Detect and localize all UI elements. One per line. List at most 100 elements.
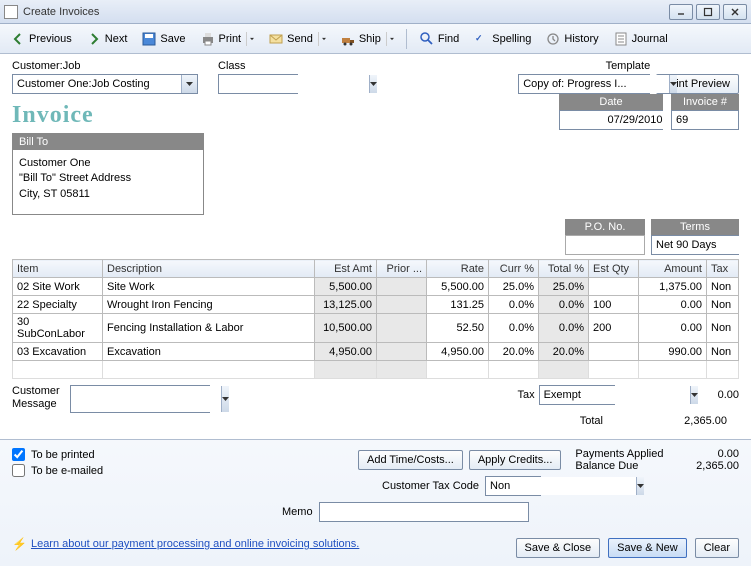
customer-message-combo[interactable]	[70, 385, 210, 413]
find-button[interactable]: Find	[413, 27, 465, 51]
table-row[interactable]: 02 Site WorkSite Work5,500.005,500.0025.…	[13, 278, 739, 296]
print-dropdown[interactable]	[246, 32, 254, 46]
print-icon	[200, 31, 216, 47]
save-icon	[141, 31, 157, 47]
class-combo[interactable]	[218, 74, 298, 94]
bill-to-line3: City, ST 05811	[19, 187, 197, 202]
maximize-button[interactable]	[696, 4, 720, 20]
spelling-button[interactable]: ✓ Spelling	[467, 27, 537, 51]
find-label: Find	[438, 33, 459, 45]
save-new-button[interactable]: Save & New	[608, 538, 687, 558]
to-be-emailed-input[interactable]	[12, 464, 25, 477]
payments-applied-label: Payments Applied	[575, 448, 663, 460]
customer-job-input[interactable]	[13, 75, 181, 93]
ship-label: Ship	[359, 33, 381, 45]
print-button[interactable]: Print	[194, 27, 261, 51]
spelling-label: Spelling	[492, 33, 531, 45]
terms-combo[interactable]	[651, 235, 739, 255]
save-label: Save	[160, 33, 185, 45]
col-description[interactable]: Description	[103, 260, 315, 278]
total-label: Total	[580, 415, 603, 427]
close-button[interactable]	[723, 4, 747, 20]
send-button[interactable]: Send	[262, 27, 332, 51]
col-curr[interactable]: Curr %	[489, 260, 539, 278]
col-est-qty[interactable]: Est Qty	[589, 260, 639, 278]
customer-message-input[interactable]	[71, 386, 221, 412]
save-button[interactable]: Save	[135, 27, 191, 51]
template-input[interactable]	[519, 75, 669, 93]
col-prior[interactable]: Prior ...	[377, 260, 427, 278]
col-total-pct[interactable]: Total %	[539, 260, 589, 278]
history-button[interactable]: History	[539, 27, 604, 51]
to-be-printed-check[interactable]: To be printed	[12, 448, 212, 461]
ship-button[interactable]: Ship	[334, 27, 400, 51]
po-no-input[interactable]	[565, 235, 645, 255]
arrow-left-icon	[10, 31, 26, 47]
line-items-grid[interactable]: Item Description Est Amt Prior ... Rate …	[12, 259, 739, 379]
to-be-emailed-label: To be e-mailed	[31, 465, 103, 477]
chevron-down-icon[interactable]	[669, 75, 677, 93]
history-icon	[545, 31, 561, 47]
toolbar-separator	[406, 29, 407, 49]
customer-tax-code-input[interactable]	[486, 477, 636, 495]
col-rate[interactable]: Rate	[427, 260, 489, 278]
balance-due-value: 2,365.00	[696, 460, 739, 472]
customer-tax-code-label: Customer Tax Code	[382, 480, 479, 492]
col-amount[interactable]: Amount	[639, 260, 707, 278]
chevron-down-icon[interactable]	[636, 477, 644, 495]
to-be-emailed-check[interactable]: To be e-mailed	[12, 464, 212, 477]
table-row[interactable]: 03 ExcavationExcavation4,950.004,950.002…	[13, 343, 739, 361]
ship-dropdown[interactable]	[386, 32, 394, 46]
chevron-down-icon[interactable]	[181, 75, 197, 93]
date-field[interactable]	[559, 110, 663, 130]
chevron-down-icon[interactable]	[369, 75, 377, 93]
save-close-button[interactable]: Save & Close	[516, 538, 601, 558]
tax-item-input[interactable]	[540, 386, 690, 404]
customer-tax-code-combo[interactable]	[485, 476, 541, 496]
col-item[interactable]: Item	[13, 260, 103, 278]
apply-credits-button[interactable]: Apply Credits...	[469, 450, 562, 470]
template-combo[interactable]	[518, 74, 650, 94]
col-est-amt[interactable]: Est Amt	[315, 260, 377, 278]
lightning-icon: ⚡	[12, 537, 27, 551]
spelling-icon: ✓	[473, 31, 489, 47]
invoice-num-input[interactable]	[671, 110, 739, 130]
bill-to-line1: Customer One	[19, 156, 197, 171]
class-input[interactable]	[219, 75, 369, 93]
clear-button[interactable]: Clear	[695, 538, 739, 558]
next-label: Next	[105, 33, 128, 45]
chevron-down-icon[interactable]	[690, 386, 698, 404]
journal-label: Journal	[632, 33, 668, 45]
invoice-title: Invoice	[12, 102, 204, 129]
learn-link[interactable]: Learn about our payment processing and o…	[31, 538, 359, 550]
history-label: History	[564, 33, 598, 45]
journal-button[interactable]: Journal	[607, 27, 674, 51]
minimize-button[interactable]	[669, 4, 693, 20]
total-value: 2,365.00	[643, 415, 727, 427]
template-label: Template	[518, 60, 650, 72]
customer-message-label: Customer Message	[12, 385, 66, 411]
terms-header: Terms	[651, 219, 739, 235]
customer-job-combo[interactable]	[12, 74, 198, 94]
add-time-costs-button[interactable]: Add Time/Costs...	[358, 450, 463, 470]
date-header: Date	[559, 94, 663, 110]
customer-job-label: Customer:Job	[12, 60, 218, 72]
memo-input[interactable]	[319, 502, 529, 522]
window-icon	[4, 5, 18, 19]
table-row[interactable]: 30 SubConLaborFencing Installation & Lab…	[13, 314, 739, 343]
bill-to-header: Bill To	[13, 134, 203, 150]
send-dropdown[interactable]	[318, 32, 326, 46]
to-be-printed-input[interactable]	[12, 448, 25, 461]
col-tax[interactable]: Tax	[707, 260, 739, 278]
table-row-blank[interactable]	[13, 361, 739, 379]
previous-button[interactable]: Previous	[4, 27, 78, 51]
chevron-down-icon[interactable]	[221, 386, 229, 412]
memo-label: Memo	[282, 506, 313, 518]
envelope-icon	[268, 31, 284, 47]
terms-input[interactable]	[652, 236, 751, 254]
balance-due-label: Balance Due	[575, 460, 638, 472]
bill-to-body[interactable]: Customer One "Bill To" Street Address Ci…	[13, 150, 203, 214]
table-row[interactable]: 22 SpecialtyWrought Iron Fencing13,125.0…	[13, 296, 739, 314]
tax-item-combo[interactable]	[539, 385, 615, 405]
next-button[interactable]: Next	[80, 27, 134, 51]
